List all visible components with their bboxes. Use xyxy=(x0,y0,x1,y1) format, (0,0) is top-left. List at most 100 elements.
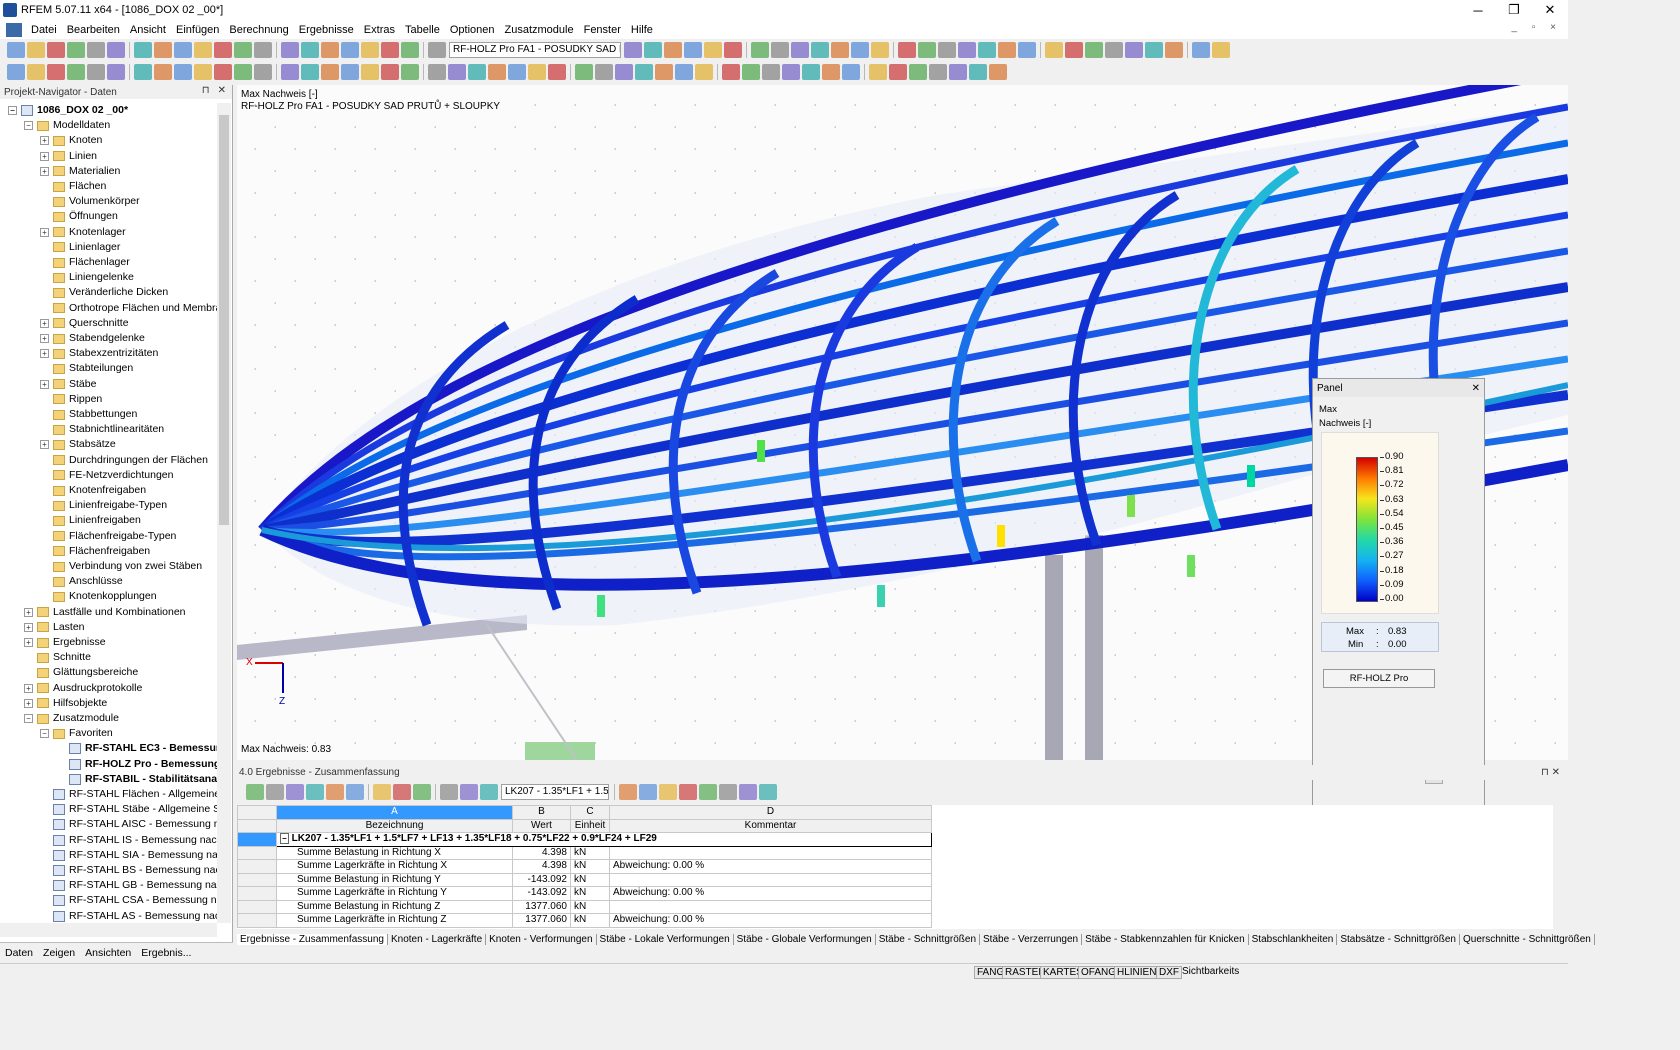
toolbar-tool-icon[interactable] xyxy=(958,42,976,58)
nav-item[interactable]: Stabbettungen xyxy=(40,407,137,422)
panel-close-icon[interactable]: ✕ xyxy=(1472,383,1480,394)
results-tab[interactable]: Stäbe - Schnittgrößen xyxy=(876,933,981,945)
nav-item[interactable]: Stabnichtlinearitäten xyxy=(40,422,164,437)
toolbar-tool-icon[interactable] xyxy=(234,64,252,80)
toolbar-tool-icon[interactable] xyxy=(771,42,789,58)
menu-tabelle[interactable]: Tabelle xyxy=(400,24,445,36)
status-sichtbarkeits[interactable]: Sichtbarkeits xyxy=(1180,966,1241,977)
expand-icon[interactable]: − xyxy=(24,714,33,723)
toolbar-tool-icon[interactable] xyxy=(802,64,820,80)
nav-item[interactable]: Flächen xyxy=(40,179,106,194)
results-tab[interactable]: Stäbe - Stabkennzahlen für Knicken xyxy=(1082,933,1249,945)
toolbar-tool-icon[interactable] xyxy=(871,42,889,58)
results-tab[interactable]: Knoten - Verformungen xyxy=(486,933,597,945)
expand-icon[interactable]: + xyxy=(40,379,49,389)
toolbar-tool-icon[interactable] xyxy=(811,42,829,58)
toolbar-tool-icon[interactable] xyxy=(381,64,399,80)
results-tool-icon[interactable] xyxy=(460,784,478,800)
nav-item[interactable]: + Stäbe xyxy=(40,377,96,392)
toolbar-tool-icon[interactable] xyxy=(842,64,860,80)
toolbar-tool-icon[interactable] xyxy=(107,42,125,58)
toolbar-tool-icon[interactable] xyxy=(401,42,419,58)
column-letter[interactable]: C xyxy=(570,805,610,820)
toolbar-tool-icon[interactable] xyxy=(174,64,192,80)
expand-icon[interactable]: + xyxy=(40,166,49,176)
toolbar-tool-icon[interactable] xyxy=(969,64,987,80)
toolbar-tool-icon[interactable] xyxy=(488,64,506,80)
color-legend[interactable]: 0.90 0.81 0.72 0.63 0.54 0.45 0.36 0.27 0.18 0.09… xyxy=(1321,432,1439,614)
toolbar-tool-icon[interactable] xyxy=(1018,42,1036,58)
toolbar-tool-icon[interactable] xyxy=(762,64,780,80)
results-tool-icon[interactable] xyxy=(480,784,498,800)
results-tool-icon[interactable] xyxy=(719,784,737,800)
column-header[interactable]: Bezeichnung xyxy=(276,818,513,833)
nav-item[interactable]: + Stabendgelenke xyxy=(40,331,145,346)
toolbar-tool-icon[interactable] xyxy=(791,42,809,58)
expand-icon[interactable]: + xyxy=(40,440,49,450)
expand-icon[interactable]: + xyxy=(40,136,49,146)
navigator-tab-1[interactable]: Zeigen xyxy=(38,947,80,959)
nav-item[interactable]: Linienfreigabe-Typen xyxy=(40,498,167,513)
toolbar-tool-icon[interactable] xyxy=(214,42,232,58)
navigator-tab-0[interactable]: Daten xyxy=(0,947,38,959)
toolbar-tool-icon[interactable] xyxy=(214,64,232,80)
nav-item[interactable]: + Ergebnisse xyxy=(24,635,106,650)
nav-item[interactable]: RF-STAHL BS - Bemessung nach B xyxy=(40,863,217,878)
nav-item[interactable]: Volumenkörper xyxy=(40,194,140,209)
toolbar-tool-icon[interactable] xyxy=(675,64,693,80)
expand-icon[interactable]: + xyxy=(40,349,49,359)
results-tab[interactable]: Stäbe - Globale Verformungen xyxy=(734,933,876,945)
expand-icon[interactable]: + xyxy=(40,151,49,161)
toolbar-tool-icon[interactable] xyxy=(595,64,613,80)
expand-icon[interactable]: + xyxy=(40,318,49,328)
results-tool-icon[interactable] xyxy=(679,784,697,800)
table-row[interactable]: Summe Belastung in Richtung Y -143.092 kN xyxy=(237,872,932,887)
menu-berechnung[interactable]: Berechnung xyxy=(224,24,293,36)
toolbar-tool-icon[interactable] xyxy=(929,64,947,80)
toolbar-tool-icon[interactable] xyxy=(918,42,936,58)
navigator-scrollbar[interactable] xyxy=(217,103,231,923)
toolbar-tool-icon[interactable] xyxy=(695,64,713,80)
toolbar-tool-icon[interactable] xyxy=(684,42,702,58)
column-header[interactable]: Wert xyxy=(512,818,571,833)
results-tab[interactable]: Ergebnisse - Zusammenfassung xyxy=(237,933,388,945)
nav-item[interactable]: RF-STAHL IS - Bemessung nach IS xyxy=(40,833,217,848)
minimize-button[interactable]: ─ xyxy=(1460,0,1496,20)
nav-item[interactable]: + Knoten xyxy=(40,133,102,148)
toolbar-tool-icon[interactable] xyxy=(47,64,65,80)
toolbar-tool-icon[interactable] xyxy=(724,42,742,58)
results-tool-icon[interactable] xyxy=(246,784,264,800)
toolbar-tool-icon[interactable] xyxy=(655,64,673,80)
results-scrollbar[interactable] xyxy=(1553,805,1566,929)
menu-zusatzmodule[interactable]: Zusatzmodule xyxy=(500,24,579,36)
results-tab[interactable]: Knoten - Lagerkräfte xyxy=(388,933,487,945)
table-row[interactable]: Summe Lagerkräfte in Richtung Z 1377.060 k… xyxy=(237,913,932,928)
rf-holz-pro-button[interactable]: RF-HOLZ Pro xyxy=(1323,669,1435,688)
toolbar-tool-icon[interactable] xyxy=(27,42,45,58)
expand-icon[interactable]: + xyxy=(24,622,33,632)
nav-item[interactable]: RF-STAHL Flächen - Allgemeine S xyxy=(40,787,217,802)
column-letter[interactable]: A xyxy=(276,805,513,820)
toolbar-tool-icon[interactable] xyxy=(938,42,956,58)
menu-einfügen[interactable]: Einfügen xyxy=(171,24,224,36)
nav-item[interactable]: Knotenkopplungen xyxy=(40,589,157,604)
expand-icon[interactable]: − xyxy=(8,106,17,115)
results-tool-icon[interactable] xyxy=(759,784,777,800)
toolbar-tool-icon[interactable] xyxy=(548,64,566,80)
nav-item[interactable]: Veränderliche Dicken xyxy=(40,285,168,300)
toolbar-tool-icon[interactable] xyxy=(321,64,339,80)
toolbar-tool-icon[interactable] xyxy=(448,64,466,80)
expand-icon[interactable]: + xyxy=(40,227,49,237)
toolbar-tool-icon[interactable] xyxy=(1212,42,1230,58)
toolbar-tool-icon[interactable] xyxy=(321,42,339,58)
nav-item[interactable]: Flächenfreigaben xyxy=(40,544,150,559)
nav-item[interactable]: RF-STAHL AS - Bemessung nach A xyxy=(40,909,217,923)
status-hlinien[interactable]: HLINIEN xyxy=(1114,966,1160,979)
toolbar-tool-icon[interactable] xyxy=(7,64,25,80)
results-tab[interactable]: Querschnitte - Schnittgrößen xyxy=(1460,933,1595,945)
nav-item[interactable]: + Stabexzentrizitäten xyxy=(40,346,158,361)
toolbar-tool-icon[interactable] xyxy=(254,64,272,80)
toolbar-tool-icon[interactable] xyxy=(909,64,927,80)
nav-item[interactable]: Liniengelenke xyxy=(40,270,134,285)
nav-item[interactable]: FE-Netzverdichtungen xyxy=(40,468,173,483)
